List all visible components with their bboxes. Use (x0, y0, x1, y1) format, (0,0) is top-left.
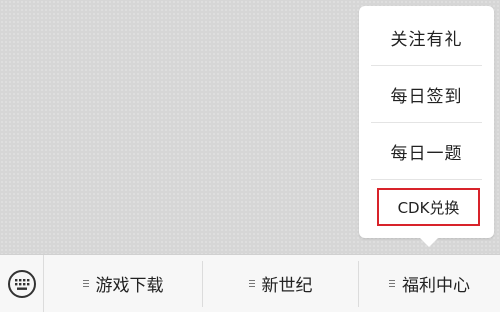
menu-item-label: 关注有礼 (390, 29, 463, 50)
tab-label: 新世纪 (261, 276, 313, 296)
keyboard-toggle-button[interactable] (0, 255, 44, 312)
menu-lines-icon (248, 280, 255, 287)
menu-item-cdk-redeem[interactable]: CDK兑换 (377, 188, 480, 226)
menu-item-daily-checkin[interactable]: 每日签到 (371, 69, 482, 119)
menu-lines-icon (82, 280, 89, 287)
menu-lines-icon (389, 280, 395, 287)
tab-game-download[interactable]: 游戏下载 (44, 255, 202, 312)
menu-divider (371, 179, 482, 180)
menu-divider (371, 122, 482, 123)
tab-label: 游戏下载 (95, 276, 164, 296)
tab-welfare-center[interactable]: 福利中心 (359, 255, 500, 312)
bottom-menu-bar: 游戏下载 新世纪 福利中心 (0, 254, 500, 312)
popup-menu: 关注有礼 每日签到 每日一题 CDK兑换 (359, 6, 494, 247)
tab-label: 福利中心 (402, 276, 470, 296)
menu-item-daily-question[interactable]: 每日一题 (371, 126, 482, 176)
menu-item-follow-gift[interactable]: 关注有礼 (371, 12, 482, 62)
menu-item-label: 每日签到 (390, 86, 463, 107)
menu-divider (371, 65, 482, 66)
tab-new-century[interactable]: 新世纪 (203, 255, 358, 312)
menu-item-label: 每日一题 (390, 143, 463, 164)
menu-item-label: CDK兑换 (397, 198, 460, 217)
keyboard-icon (7, 269, 36, 298)
